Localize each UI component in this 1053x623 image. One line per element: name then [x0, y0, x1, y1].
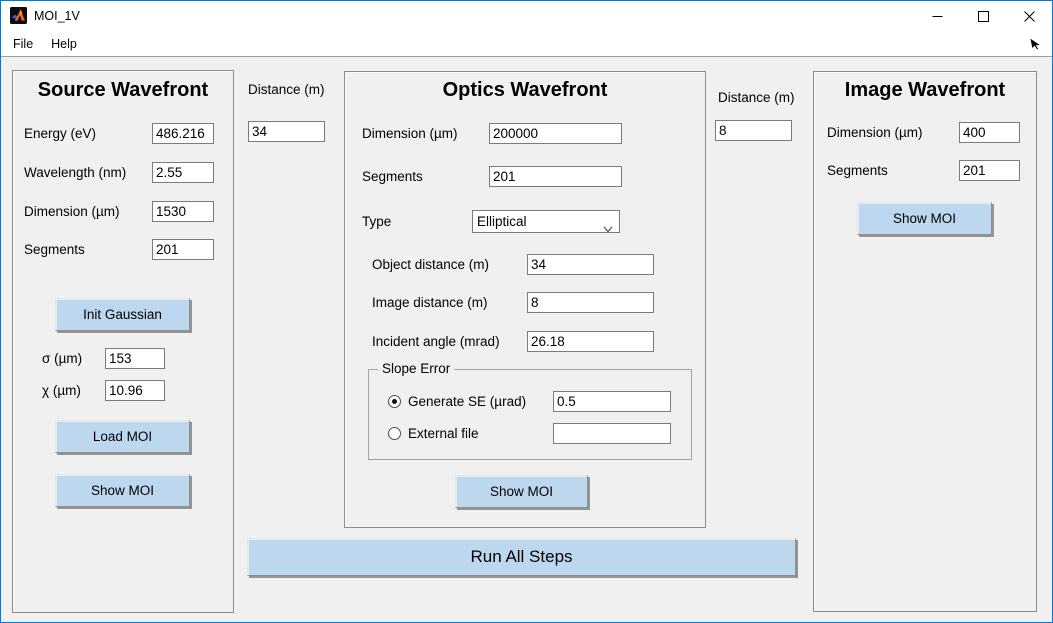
source-dimension-input[interactable] [152, 201, 214, 222]
minimize-icon[interactable] [914, 1, 960, 31]
source-segments-input[interactable] [152, 239, 214, 260]
load-moi-button[interactable]: Load MOI [55, 420, 190, 453]
distance1-label: Distance (m) [248, 79, 325, 100]
image-panel-title: Image Wavefront [814, 79, 1036, 102]
wavelength-input[interactable] [152, 162, 214, 183]
external-file-radio[interactable] [388, 427, 401, 440]
generate-se-label: Generate SE (µrad) [408, 391, 526, 412]
maximize-icon[interactable] [960, 1, 1006, 31]
image-wavefront-panel: Image Wavefront Dimension (µm) Segments … [813, 71, 1037, 612]
image-dimension-input[interactable] [959, 122, 1020, 143]
chi-input[interactable] [105, 380, 165, 401]
chevron-down-icon [603, 218, 613, 239]
slope-error-group: Slope Error Generate SE (µrad) External … [368, 369, 692, 460]
object-distance-input[interactable] [527, 254, 654, 275]
generate-se-radio[interactable] [388, 395, 401, 408]
optics-dimension-label: Dimension (µm) [362, 123, 458, 144]
source-show-moi-button[interactable]: Show MOI [55, 474, 190, 507]
app-window: MOI_1V File Help Source Wavefront Energy… [0, 0, 1053, 623]
image-dimension-label: Dimension (µm) [827, 122, 923, 143]
image-segments-label: Segments [827, 160, 888, 181]
object-distance-label: Object distance (m) [372, 254, 489, 275]
distance2-label: Distance (m) [718, 87, 795, 108]
image-distance-input[interactable] [527, 292, 654, 313]
source-dimension-label: Dimension (µm) [24, 201, 120, 222]
sigma-input[interactable] [105, 348, 165, 369]
optics-show-moi-button[interactable]: Show MOI [455, 475, 588, 508]
source-wavefront-panel: Source Wavefront Energy (eV) Wavelength … [12, 70, 234, 613]
optics-segments-input[interactable] [489, 166, 622, 187]
energy-input[interactable] [152, 123, 214, 144]
init-gaussian-button[interactable]: Init Gaussian [55, 298, 190, 331]
optics-panel-title: Optics Wavefront [345, 79, 705, 102]
source-panel-title: Source Wavefront [13, 79, 233, 102]
matlab-logo-icon [10, 7, 27, 24]
type-dropdown[interactable]: Elliptical [472, 210, 620, 233]
image-segments-input[interactable] [959, 160, 1020, 181]
external-file-input[interactable] [553, 423, 671, 444]
image-show-moi-button[interactable]: Show MOI [857, 202, 992, 235]
window-title: MOI_1V [34, 9, 80, 23]
source-segments-label: Segments [24, 239, 85, 260]
close-icon[interactable] [1006, 1, 1052, 31]
optics-wavefront-panel: Optics Wavefront Dimension (µm) Segments… [344, 71, 706, 528]
slope-error-group-title: Slope Error [378, 361, 454, 376]
distance1-input[interactable] [248, 121, 325, 142]
run-all-steps-button[interactable]: Run All Steps [247, 538, 796, 576]
menu-help[interactable]: Help [42, 33, 86, 55]
optics-segments-label: Segments [362, 166, 423, 187]
type-dropdown-value: Elliptical [477, 214, 527, 229]
incident-angle-input[interactable] [527, 331, 654, 352]
distance2-input[interactable] [715, 120, 792, 141]
type-label: Type [362, 211, 391, 232]
chi-label: χ (µm) [42, 380, 81, 401]
menu-bar: File Help [1, 31, 1052, 57]
generate-se-input[interactable] [553, 391, 671, 412]
energy-label: Energy (eV) [24, 123, 96, 144]
sigma-label: σ (µm) [42, 348, 82, 369]
image-distance-label: Image distance (m) [372, 292, 488, 313]
caption-buttons [914, 1, 1052, 31]
incident-angle-label: Incident angle (mrad) [372, 331, 500, 352]
optics-dimension-input[interactable] [489, 123, 622, 144]
wavelength-label: Wavelength (nm) [24, 162, 126, 183]
client-area: Source Wavefront Energy (eV) Wavelength … [1, 57, 1052, 622]
menu-file[interactable]: File [4, 33, 42, 55]
external-file-label: External file [408, 423, 479, 444]
title-bar[interactable]: MOI_1V [1, 1, 1052, 31]
